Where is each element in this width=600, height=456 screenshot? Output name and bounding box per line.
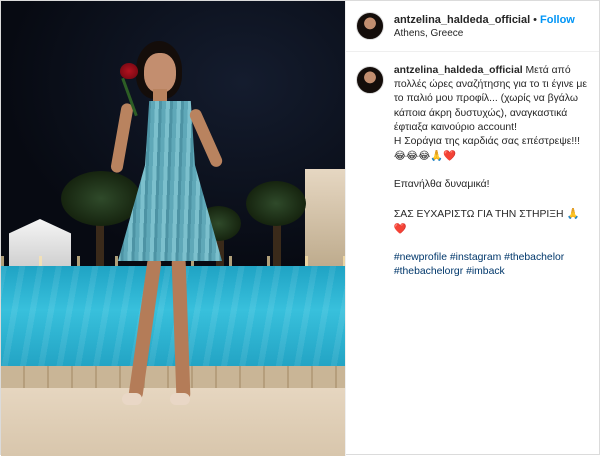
hashtag-link[interactable]: #newprofile [394,252,447,263]
caption-comment: antzelina_haldeda_official Μετά από πολλ… [346,52,599,291]
left-leg [127,255,163,402]
avatar[interactable] [355,12,384,40]
location-link[interactable]: Athens, Greece [394,27,575,41]
avatar[interactable] [355,66,384,94]
post-sidebar: antzelina_haldeda_official • Follow Athens… [344,1,599,456]
woman-figure [96,41,246,421]
post-header: antzelina_haldeda_official • Follow Athens… [345,1,599,52]
hashtag-list: #newprofile #instagram #thebachelor #the… [394,251,589,279]
caption-line-3: Επανήλθα δυναμικά! [393,179,490,191]
left-shoe [122,393,142,405]
hashtag-link[interactable]: #imback [466,266,505,277]
hashtag-link[interactable]: #instagram [450,252,501,263]
caption-text: antzelina_haldeda_official Μετά από πολλ… [394,64,589,279]
face [144,53,176,93]
palm-fronds [246,181,306,226]
header-info: antzelina_haldeda_official • Follow Athens… [394,12,575,41]
emoji-group-1: 😂😂😂🙏❤️ [393,150,457,163]
username-link[interactable]: antzelina_haldeda_official [394,14,530,26]
hashtag-link[interactable]: #thebachelorgr [394,266,463,277]
post-photo[interactable] [1,1,345,456]
rose [120,63,138,79]
hashtag-link[interactable]: #thebachelor [504,252,564,263]
left-arm [110,102,134,174]
right-shoe [170,393,190,405]
caption-username[interactable]: antzelina_haldeda_official [394,65,523,76]
follow-button[interactable]: Follow [540,14,575,26]
caption-line-2: Η Σοράγια της καρδιάς σας επέστρεψε!!! [393,136,581,148]
separator-dot: • [533,13,538,26]
caption-line-4: ΣΑΣ ΕΥΧΑΡΙΣΤΩ ΓΙΑ ΤΗΝ ΣΤΗΡΙΞΗ [393,208,564,220]
right-leg [171,255,191,402]
instagram-post: antzelina_haldeda_official • Follow Athens… [0,0,600,456]
